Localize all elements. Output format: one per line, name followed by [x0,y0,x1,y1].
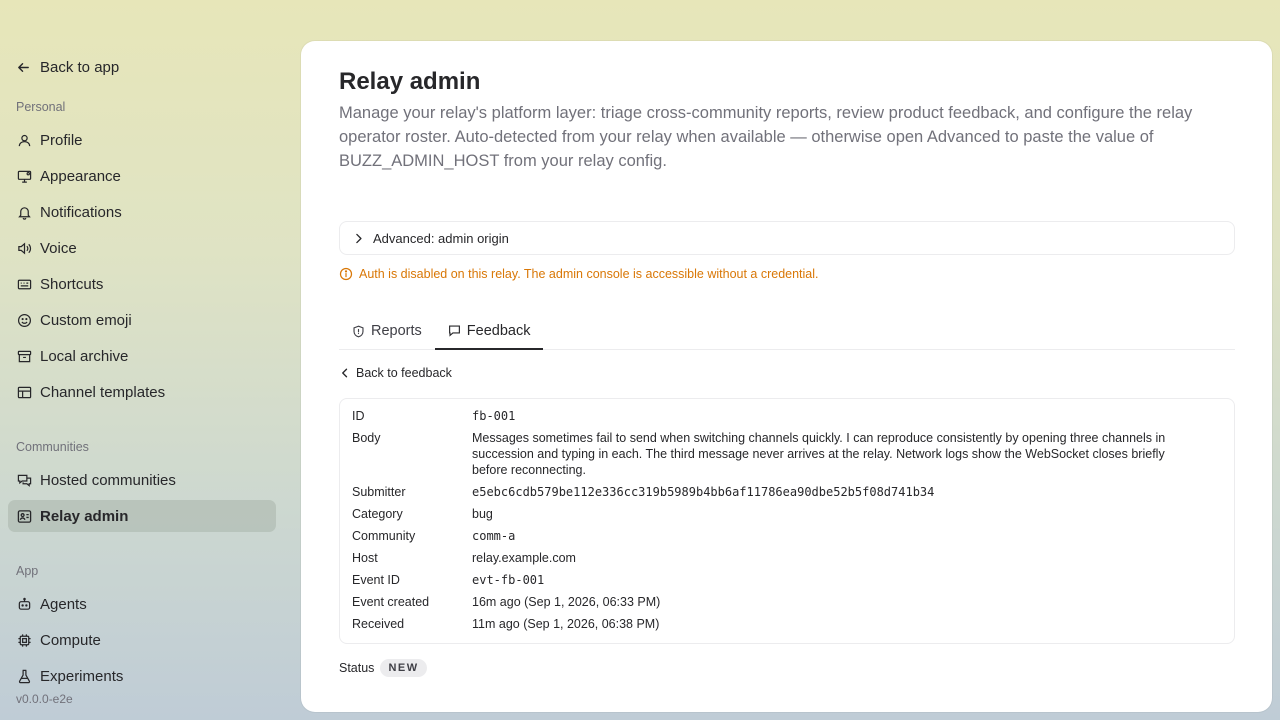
sidebar-item-agents[interactable]: Agents [8,588,276,620]
archive-icon [16,348,32,364]
advanced-admin-origin-toggle[interactable]: Advanced: admin origin [339,221,1235,255]
page-description: Manage your relay's platform layer: tria… [339,104,1193,170]
message-icon [448,325,460,337]
tab-feedback[interactable]: Feedback [434,313,544,350]
detail-key: Event created [352,595,430,609]
user-icon [16,132,32,148]
section-label-app: App [16,564,39,578]
detail-value-category: bug [472,507,493,521]
detail-value-host: relay.example.com [472,551,576,565]
sidebar-item-appearance[interactable]: Appearance [8,160,276,192]
back-to-app-link[interactable]: Back to app [16,59,119,76]
detail-value-event-id: evt-fb-001 [472,573,545,587]
auth-disabled-warning: Auth is disabled on this relay. The admi… [339,267,819,281]
detail-row-received: Received 11m ago (Sep 1, 2026, 06:38 PM) [352,616,1222,632]
status-label: Status [339,661,375,675]
smile-icon [16,312,32,328]
sidebar-item-channel-templates[interactable]: Channel templates [8,376,276,408]
detail-row-host: Host relay.example.com [352,550,1222,566]
warning-text: Auth is disabled on this relay. The admi… [359,267,819,281]
detail-row-body: Body Messages sometimes fail to send whe… [352,430,1222,478]
back-to-feedback-link[interactable]: Back to feedback [339,366,452,380]
sidebar-item-experiments[interactable]: Experiments [8,660,276,692]
sidebar-item-compute[interactable]: Compute [8,624,276,656]
feedback-status: Status NEW [339,659,427,677]
section-label-communities: Communities [16,440,89,454]
sidebar-item-voice[interactable]: Voice [8,232,276,264]
detail-value-community: comm-a [472,529,516,543]
server-icon [16,508,32,524]
admin-tabs: Reports Feedback [339,313,1235,350]
detail-row-event-id: Event ID evt-fb-001 [352,572,1222,588]
detail-key: ID [352,409,365,423]
detail-key: Category [352,507,403,521]
cpu-icon [16,632,32,648]
monitor-icon [16,168,32,184]
settings-sidebar: Back to app Personal Profile Appearance … [0,0,290,720]
detail-row-event-created: Event created 16m ago (Sep 1, 2026, 06:3… [352,594,1222,610]
sidebar-item-notifications[interactable]: Notifications [8,196,276,228]
sidebar-item-hosted-communities[interactable]: Hosted communities [8,464,276,496]
detail-row-submitter: Submitter e5ebc6cdb579be112e336cc319b598… [352,484,1222,500]
detail-key: Host [352,551,378,565]
sidebar-item-custom-emoji[interactable]: Custom emoji [8,304,276,336]
section-label-personal: Personal [16,100,66,114]
detail-row-category: Category bug [352,506,1222,522]
advanced-label: Advanced: admin origin [373,230,509,246]
chat-icon [16,472,32,488]
status-badge: NEW [380,659,427,677]
detail-row-id: ID fb-001 [352,408,1222,424]
detail-key: Submitter [352,485,406,499]
detail-value-received: 11m ago (Sep 1, 2026, 06:38 PM) [472,617,660,631]
layout-icon [16,384,32,400]
back-to-app-label: Back to app [40,59,120,76]
shield-icon [353,325,364,337]
flask-icon [16,668,32,684]
app-version: v0.0.0-e2e [16,692,73,706]
detail-key: Received [352,617,405,631]
sidebar-item-local-archive[interactable]: Local archive [8,340,276,372]
relay-admin-panel: Relay admin Manage your relay's platform… [301,41,1272,712]
chevron-left-icon [342,368,348,378]
sidebar-item-shortcuts[interactable]: Shortcuts [8,268,276,300]
info-icon [339,267,353,281]
arrow-left-icon [18,63,29,72]
chevron-right-icon [356,233,362,243]
detail-key: Event ID [352,573,400,587]
sidebar-item-relay-admin[interactable]: Relay admin [8,500,276,532]
bot-icon [16,596,32,612]
detail-key: Community [352,529,416,543]
detail-value-event-created: 16m ago (Sep 1, 2026, 06:33 PM) [472,595,661,609]
detail-value-body: Messages sometimes fail to send when swi… [472,431,1166,477]
keyboard-icon [16,276,32,292]
sidebar-item-profile[interactable]: Profile [8,124,276,156]
speaker-icon [16,240,32,256]
detail-row-community: Community comm-a [352,528,1222,544]
feedback-detail-card: ID fb-001 Body Messages sometimes fail t… [339,398,1235,644]
tab-reports[interactable]: Reports [339,313,435,349]
detail-value-submitter: e5ebc6cdb579be112e336cc319b5989b4bb6af11… [472,485,935,499]
bell-icon [16,204,32,220]
page-title: Relay admin [339,68,481,95]
detail-value-id: fb-001 [472,409,516,423]
detail-key: Body [352,431,381,445]
